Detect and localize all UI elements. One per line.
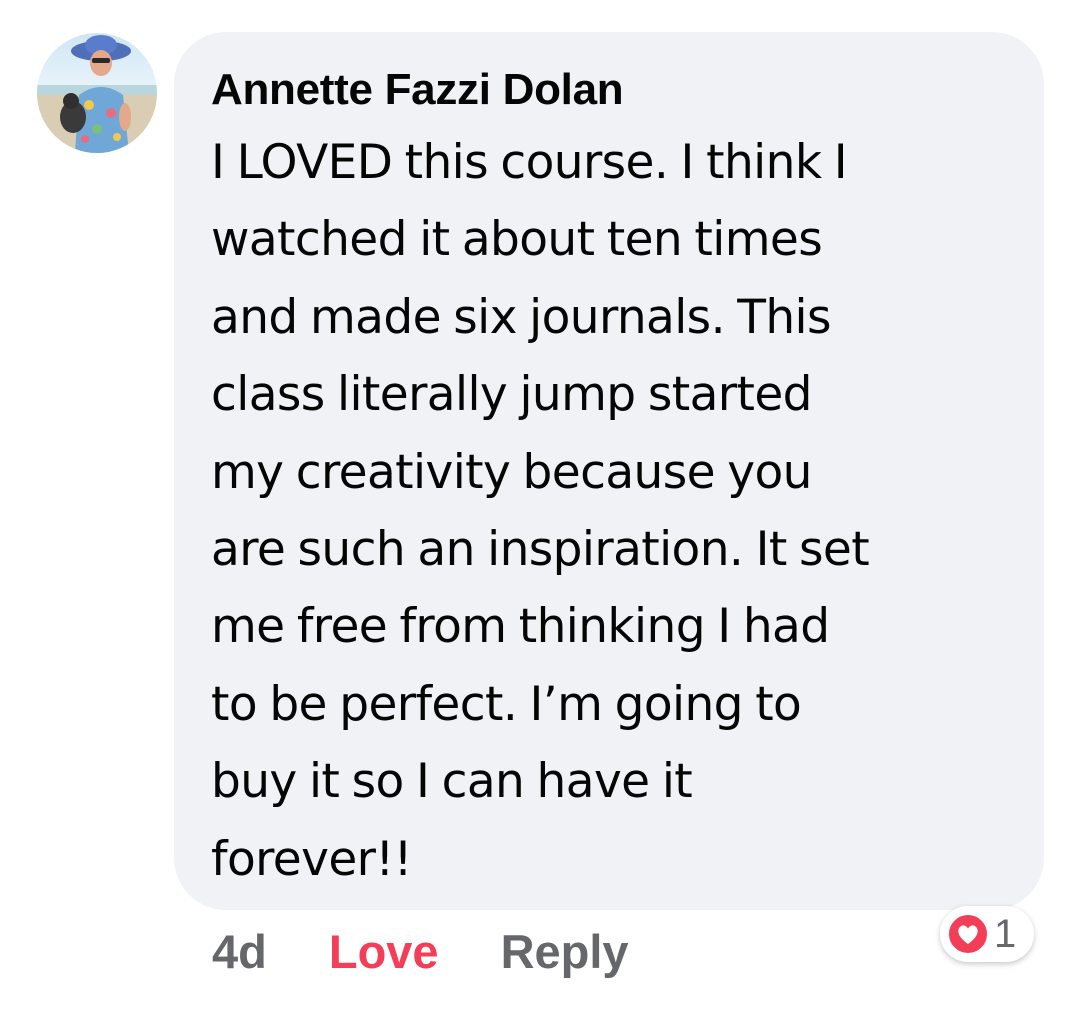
reaction-count: 1 (994, 911, 1017, 956)
comment-author-name[interactable]: Annette Fazzi Dolan (211, 63, 1008, 117)
love-heart-icon (946, 912, 990, 956)
comment-bubble: Annette Fazzi Dolan I LOVED this course.… (174, 32, 1044, 910)
comment-actions: 4d Love Reply (212, 921, 629, 981)
reply-button[interactable]: Reply (501, 924, 629, 979)
love-button[interactable]: Love (329, 924, 439, 979)
reaction-summary[interactable]: 1 (940, 906, 1034, 962)
profile-photo-icon (37, 33, 157, 153)
comment-timestamp[interactable]: 4d (212, 924, 267, 979)
comment-text: I LOVED this course. I think I watched i… (211, 135, 870, 887)
avatar[interactable] (37, 33, 157, 153)
